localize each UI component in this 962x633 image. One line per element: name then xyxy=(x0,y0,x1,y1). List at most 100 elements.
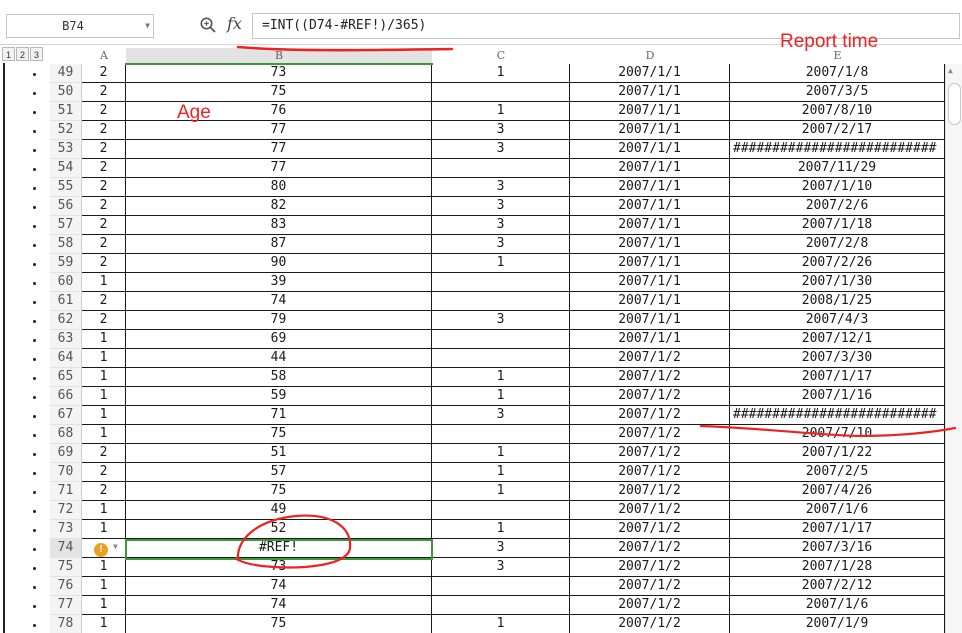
cell-c[interactable]: 3 xyxy=(432,121,570,140)
cell-e[interactable]: 2007/4/26 xyxy=(730,482,945,501)
cell-c[interactable] xyxy=(432,292,570,311)
cell-e[interactable]: 2007/8/10 xyxy=(730,102,945,121)
cell-c[interactable]: 3 xyxy=(432,216,570,235)
cell-b[interactable]: 52 xyxy=(126,520,432,539)
row-header[interactable]: 55 xyxy=(50,178,82,197)
cell-c[interactable]: 1 xyxy=(432,368,570,387)
cell-c[interactable] xyxy=(432,330,570,349)
row-header[interactable]: 59 xyxy=(50,254,82,273)
fx-icon[interactable]: fx xyxy=(227,14,242,33)
column-header-c[interactable]: C xyxy=(432,48,570,64)
outline-level-2-button[interactable]: 2 xyxy=(16,47,29,61)
cell-c[interactable]: 1 xyxy=(432,463,570,482)
row-header[interactable]: 52 xyxy=(50,121,82,140)
cell-c[interactable] xyxy=(432,273,570,292)
cell-a[interactable]: 1 xyxy=(82,615,126,633)
cell-d[interactable]: 2007/1/1 xyxy=(570,64,730,83)
row-header[interactable]: 76 xyxy=(50,577,82,596)
cell-a[interactable]: 1 xyxy=(82,501,126,520)
cell-e[interactable]: 2007/2/5 xyxy=(730,463,945,482)
cell-c[interactable]: 3 xyxy=(432,235,570,254)
cell-e[interactable]: 2007/3/5 xyxy=(730,83,945,102)
row-header[interactable]: 60 xyxy=(50,273,82,292)
cell-e[interactable]: 2007/1/30 xyxy=(730,273,945,292)
cell-e[interactable]: 2007/2/6 xyxy=(730,197,945,216)
cell-c[interactable] xyxy=(432,501,570,520)
cell-b[interactable]: 51 xyxy=(126,444,432,463)
row-header[interactable]: 61 xyxy=(50,292,82,311)
row-header[interactable]: 65 xyxy=(50,368,82,387)
outline-level-3-button[interactable]: 3 xyxy=(30,47,43,61)
cell-b[interactable]: 90 xyxy=(126,254,432,273)
scrollbar-thumb[interactable] xyxy=(948,83,961,125)
cell-a[interactable]: 2 xyxy=(82,444,126,463)
cell-e[interactable]: 2007/1/8 xyxy=(730,64,945,83)
cell-d[interactable]: 2007/1/1 xyxy=(570,140,730,159)
cell-a[interactable]: 2 xyxy=(82,216,126,235)
row-header[interactable]: 56 xyxy=(50,197,82,216)
cell-d[interactable]: 2007/1/1 xyxy=(570,330,730,349)
cell-b[interactable]: 87 xyxy=(126,235,432,254)
cell-e[interactable]: 2007/3/16 xyxy=(730,539,945,558)
cell-b[interactable]: 71 xyxy=(126,406,432,425)
cell-a[interactable]: 2 xyxy=(82,197,126,216)
cell-a[interactable]: 1 xyxy=(82,406,126,425)
cell-e[interactable]: 2007/4/3 xyxy=(730,311,945,330)
row-header[interactable]: 57 xyxy=(50,216,82,235)
cell-e[interactable]: 2007/2/8 xyxy=(730,235,945,254)
cell-c[interactable]: 1 xyxy=(432,615,570,633)
cell-c[interactable]: 1 xyxy=(432,482,570,501)
row-header[interactable]: 51 xyxy=(50,102,82,121)
cell-e[interactable]: 2007/1/6 xyxy=(730,596,945,615)
row-header[interactable]: 70 xyxy=(50,463,82,482)
row-header[interactable]: 58 xyxy=(50,235,82,254)
cell-d[interactable]: 2007/1/2 xyxy=(570,406,730,425)
cell-e[interactable]: 2007/7/10 xyxy=(730,425,945,444)
cell-e[interactable]: ########################## xyxy=(730,406,945,425)
row-header[interactable]: 71 xyxy=(50,482,82,501)
cell-d[interactable]: 2007/1/2 xyxy=(570,387,730,406)
cell-d[interactable]: 2007/1/2 xyxy=(570,539,730,558)
cell-c[interactable]: 1 xyxy=(432,387,570,406)
cell-a[interactable]: 2 xyxy=(82,102,126,121)
cell-e[interactable]: 2007/2/17 xyxy=(730,121,945,140)
cell-a[interactable]: 1 xyxy=(82,577,126,596)
cell-d[interactable]: 2007/1/2 xyxy=(570,444,730,463)
cell-d[interactable]: 2007/1/1 xyxy=(570,235,730,254)
cell-b[interactable]: 74 xyxy=(126,292,432,311)
cell-d[interactable]: 2007/1/1 xyxy=(570,102,730,121)
cell-c[interactable]: 1 xyxy=(432,102,570,121)
cell-d[interactable]: 2007/1/1 xyxy=(570,216,730,235)
cell-d[interactable]: 2007/1/1 xyxy=(570,178,730,197)
cell-a[interactable]: 1 xyxy=(82,520,126,539)
cell-a[interactable]: 2 xyxy=(82,64,126,83)
cell-b[interactable]: 74 xyxy=(126,596,432,615)
cell-b[interactable]: 79 xyxy=(126,311,432,330)
row-header[interactable]: 67 xyxy=(50,406,82,425)
cell-e[interactable]: 2007/1/28 xyxy=(730,558,945,577)
row-header[interactable]: 72 xyxy=(50,501,82,520)
cell-e[interactable]: 2007/2/12 xyxy=(730,577,945,596)
cell-a[interactable]: 2 xyxy=(82,235,126,254)
row-header[interactable]: 63 xyxy=(50,330,82,349)
cell-b[interactable]: 57 xyxy=(126,463,432,482)
cell-e[interactable]: 2007/1/6 xyxy=(730,501,945,520)
cell-a[interactable]: 2 xyxy=(82,159,126,178)
cell-b[interactable]: 73 xyxy=(126,558,432,577)
cell-c[interactable]: 3 xyxy=(432,311,570,330)
cell-a[interactable]: 1 xyxy=(82,368,126,387)
cell-a[interactable]: 1 xyxy=(82,273,126,292)
cell-b[interactable]: 77 xyxy=(126,121,432,140)
row-header[interactable]: 64 xyxy=(50,349,82,368)
cell-a[interactable]: 1 xyxy=(82,425,126,444)
cell-b[interactable]: 77 xyxy=(126,159,432,178)
scroll-up-icon[interactable]: ▲ xyxy=(948,66,953,75)
row-header[interactable]: 53 xyxy=(50,140,82,159)
cell-d[interactable]: 2007/1/2 xyxy=(570,615,730,633)
cell-e[interactable]: ########################## xyxy=(730,140,945,159)
cell-b[interactable]: 82 xyxy=(126,197,432,216)
cell-c[interactable] xyxy=(432,349,570,368)
cell-c[interactable]: 1 xyxy=(432,444,570,463)
row-header[interactable]: 73 xyxy=(50,520,82,539)
cell-b[interactable]: 59 xyxy=(126,387,432,406)
